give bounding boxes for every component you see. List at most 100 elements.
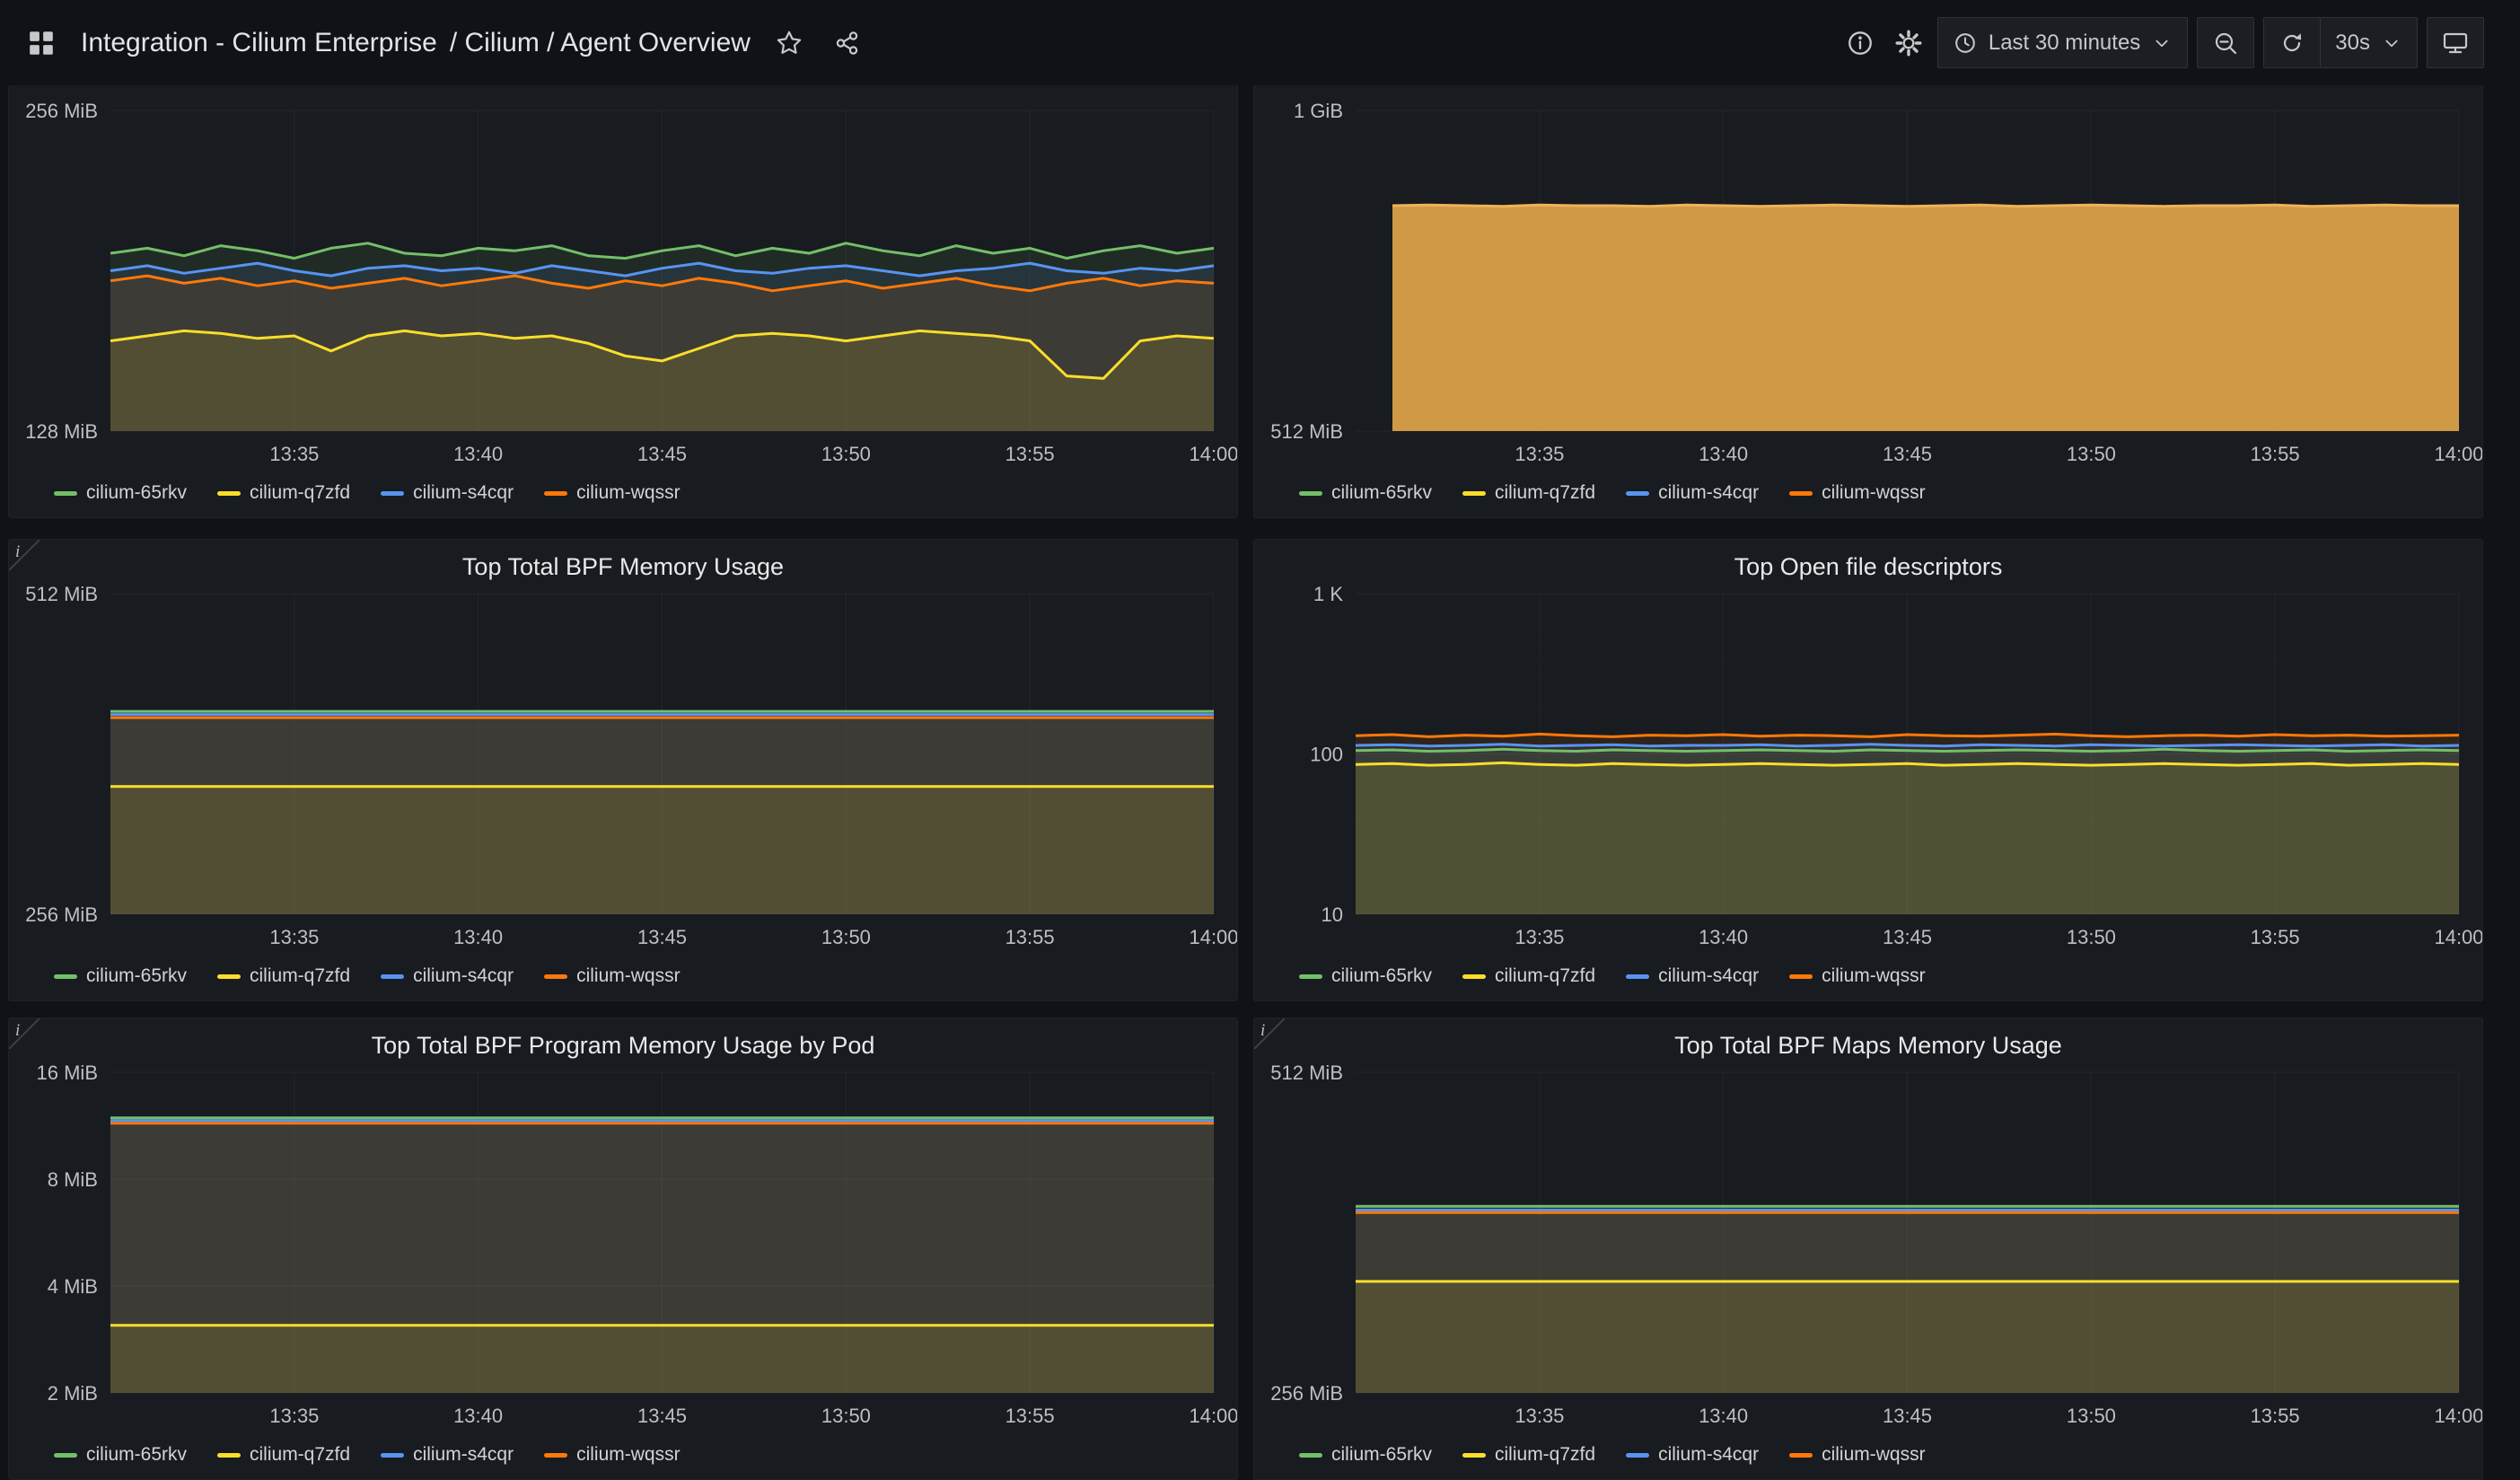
panel-info-icon[interactable]: i: [9, 540, 40, 570]
legend: cilium-65rkv cilium-q7zfd cilium-s4cqr cili…: [1299, 1433, 2475, 1476]
toolbar-right: Last 30 minutes 30s: [1840, 17, 2484, 68]
share-icon[interactable]: [828, 24, 865, 62]
legend-swatch: [381, 1453, 404, 1458]
time-series-chart[interactable]: 13:3513:4013:4513:5013:5514:0016 MiB8 Mi…: [16, 1065, 1230, 1433]
legend-swatch: [544, 1453, 567, 1458]
legend-item[interactable]: cilium-s4cqr: [381, 1444, 514, 1466]
svg-text:13:55: 13:55: [1005, 926, 1055, 948]
svg-text:13:45: 13:45: [1883, 443, 1932, 465]
legend: cilium-65rkv cilium-q7zfd cilium-s4cqr cili…: [1299, 955, 2475, 998]
refresh-icon: [2279, 30, 2305, 57]
tv-mode-button[interactable]: [2427, 17, 2484, 68]
legend-item[interactable]: cilium-s4cqr: [381, 482, 514, 504]
svg-text:14:00: 14:00: [1189, 443, 1238, 465]
legend-item[interactable]: cilium-q7zfd: [1462, 482, 1595, 504]
svg-text:13:50: 13:50: [2067, 1405, 2116, 1427]
legend-item[interactable]: cilium-65rkv: [1299, 965, 1432, 987]
panel-info-icon[interactable]: i: [1254, 1018, 1285, 1049]
info-circle-icon[interactable]: [1840, 23, 1880, 63]
svg-text:13:35: 13:35: [1515, 443, 1564, 465]
panel-header[interactable]: Top Total BPF Program Memory Usage by Po…: [16, 1026, 1230, 1065]
svg-text:13:40: 13:40: [453, 926, 503, 948]
chevron-down-icon: [2151, 32, 2173, 54]
panel-info-icon[interactable]: i: [9, 1018, 40, 1049]
svg-text:i: i: [1260, 1021, 1265, 1040]
legend-swatch: [1789, 1453, 1813, 1458]
clock-icon: [1953, 31, 1978, 56]
legend-item[interactable]: cilium-wqssr: [1789, 482, 1926, 504]
legend-item[interactable]: cilium-65rkv: [1299, 1444, 1432, 1466]
refresh-group: 30s: [2263, 17, 2418, 68]
legend-item[interactable]: cilium-wqssr: [544, 1444, 680, 1466]
gear-icon[interactable]: [1889, 23, 1928, 63]
legend-swatch: [1299, 1453, 1322, 1458]
legend-swatch: [1299, 974, 1322, 979]
legend-item[interactable]: cilium-65rkv: [1299, 482, 1432, 504]
svg-text:100: 100: [1310, 744, 1343, 766]
svg-text:13:35: 13:35: [269, 926, 319, 948]
svg-text:1 K: 1 K: [1313, 583, 1343, 605]
legend-item[interactable]: cilium-q7zfd: [1462, 1444, 1595, 1466]
panel-header[interactable]: Top Total BPF Maps Memory Usage: [1261, 1026, 2475, 1065]
zoom-out-button[interactable]: [2197, 17, 2254, 68]
legend-item[interactable]: cilium-s4cqr: [1626, 965, 1759, 987]
apps-grid-icon[interactable]: [22, 23, 61, 63]
legend: cilium-65rkv cilium-q7zfd cilium-s4cqr cili…: [54, 1433, 1230, 1476]
time-series-chart[interactable]: 13:3513:4013:4513:5013:5514:00256 MiB128…: [16, 103, 1230, 471]
star-icon[interactable]: [770, 24, 808, 62]
svg-text:13:55: 13:55: [2251, 926, 2300, 948]
panel-memory-usage-by-pod: 13:3513:4013:4513:5013:5514:001 GiB512 M…: [1253, 56, 2483, 518]
refresh-interval-dropdown[interactable]: 30s: [2320, 17, 2418, 68]
svg-text:13:40: 13:40: [1699, 1405, 1748, 1427]
legend-item[interactable]: cilium-q7zfd: [217, 965, 350, 987]
breadcrumb: Integration - Cilium Enterprise / Cilium…: [81, 28, 751, 58]
legend-item[interactable]: cilium-wqssr: [1789, 1444, 1926, 1466]
panel-header[interactable]: Top Open file descriptors: [1261, 547, 2475, 586]
legend-item[interactable]: cilium-65rkv: [54, 1444, 187, 1466]
legend-swatch: [544, 974, 567, 979]
legend-item[interactable]: cilium-65rkv: [54, 482, 187, 504]
legend-item[interactable]: cilium-q7zfd: [217, 482, 350, 504]
time-series-chart[interactable]: 13:3513:4013:4513:5013:5514:001 K10010: [1261, 586, 2475, 955]
legend-swatch: [217, 491, 241, 496]
legend-item[interactable]: cilium-s4cqr: [1626, 1444, 1759, 1466]
time-series-chart[interactable]: 13:3513:4013:4513:5013:5514:00512 MiB256…: [16, 586, 1230, 955]
svg-text:13:45: 13:45: [637, 443, 687, 465]
svg-text:13:35: 13:35: [269, 1405, 319, 1427]
svg-text:13:55: 13:55: [1005, 1405, 1055, 1427]
legend-swatch: [217, 974, 241, 979]
time-range-picker[interactable]: Last 30 minutes: [1937, 17, 2188, 68]
legend-item[interactable]: cilium-s4cqr: [381, 965, 514, 987]
panel-header[interactable]: Top Total BPF Memory Usage: [16, 547, 1230, 586]
page-title[interactable]: / Cilium / Agent Overview: [450, 28, 751, 58]
legend-swatch: [1299, 491, 1322, 496]
legend-item[interactable]: cilium-wqssr: [544, 482, 680, 504]
legend-item[interactable]: cilium-q7zfd: [217, 1444, 350, 1466]
refresh-button[interactable]: [2263, 17, 2321, 68]
svg-text:4 MiB: 4 MiB: [48, 1275, 98, 1298]
svg-text:14:00: 14:00: [2434, 1405, 2483, 1427]
svg-text:i: i: [15, 542, 20, 561]
refresh-interval-label: 30s: [2335, 31, 2370, 56]
panel-memory-usage: 13:3513:4013:4513:5013:5514:00256 MiB128…: [8, 56, 1238, 518]
legend-swatch: [1462, 1453, 1486, 1458]
breadcrumb-folder[interactable]: Integration - Cilium Enterprise: [81, 28, 437, 58]
time-range-label: Last 30 minutes: [1989, 31, 2140, 56]
legend-item[interactable]: cilium-wqssr: [1789, 965, 1926, 987]
time-series-chart[interactable]: 13:3513:4013:4513:5013:5514:00512 MiB256…: [1261, 1065, 2475, 1433]
svg-text:512 MiB: 512 MiB: [1270, 420, 1343, 443]
legend-item[interactable]: cilium-65rkv: [54, 965, 187, 987]
svg-text:13:55: 13:55: [2251, 1405, 2300, 1427]
legend-item[interactable]: cilium-q7zfd: [1462, 965, 1595, 987]
legend-swatch: [1626, 974, 1649, 979]
legend-swatch: [54, 491, 77, 496]
svg-text:13:50: 13:50: [821, 926, 871, 948]
time-series-chart[interactable]: 13:3513:4013:4513:5013:5514:001 GiB512 M…: [1261, 103, 2475, 471]
svg-text:13:50: 13:50: [2067, 443, 2116, 465]
svg-text:13:55: 13:55: [1005, 443, 1055, 465]
legend-item[interactable]: cilium-wqssr: [544, 965, 680, 987]
legend-item[interactable]: cilium-s4cqr: [1626, 482, 1759, 504]
panel-top-total-bpf-program-memory-usage-by-pod: i Top Total BPF Program Memory Usage by …: [8, 1018, 1238, 1480]
svg-text:13:40: 13:40: [1699, 443, 1748, 465]
svg-text:14:00: 14:00: [1189, 926, 1238, 948]
